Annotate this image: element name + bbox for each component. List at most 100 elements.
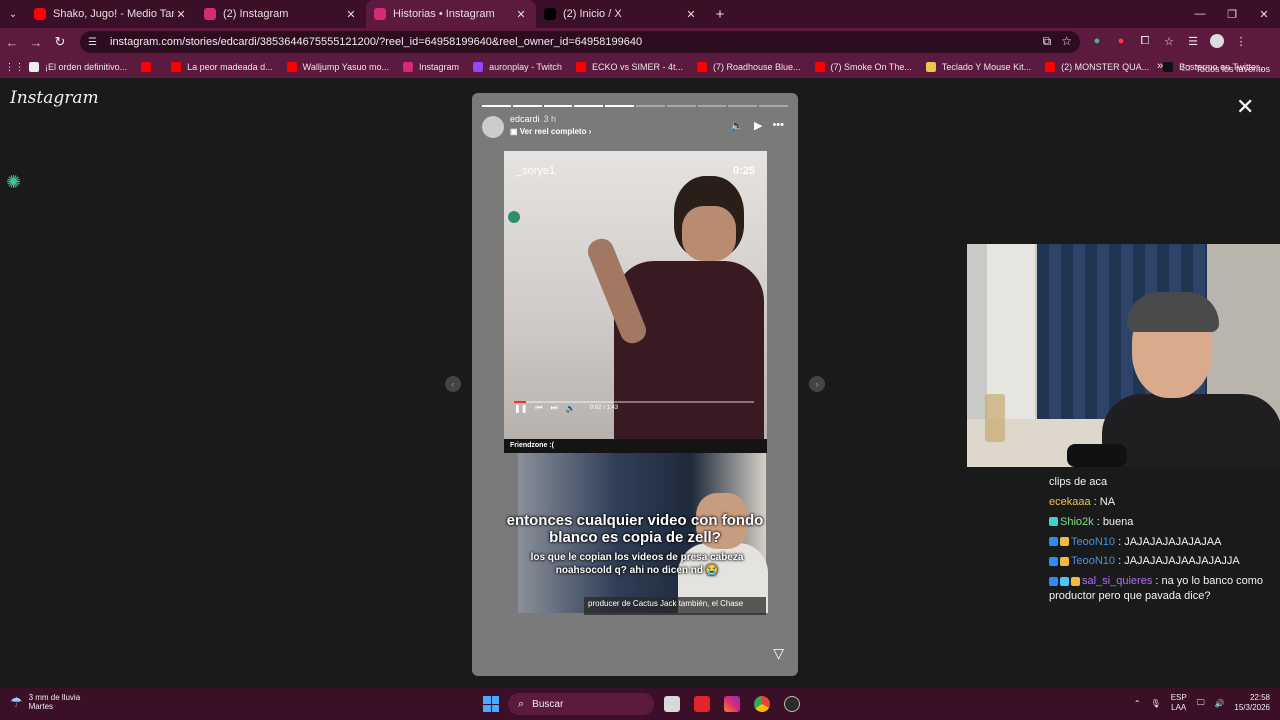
file-explorer-icon[interactable]	[664, 696, 680, 712]
story-username[interactable]: edcardi	[510, 114, 540, 124]
favorites-icon[interactable]: ☆	[1162, 34, 1176, 48]
story-header: edcardi 3 h ▣ Ver reel completo ›	[482, 114, 591, 138]
tab-title: Historias • Instagram	[393, 8, 495, 20]
chat-username[interactable]: Shio2k	[1060, 516, 1094, 528]
restore-button[interactable]: ❐	[1216, 0, 1248, 28]
network-icon[interactable]: 🖵	[1197, 698, 1205, 708]
address-bar[interactable]: ☰ instagram.com/stories/edcardi/38536446…	[80, 31, 1080, 53]
obs-icon[interactable]	[784, 696, 800, 712]
bookmarks-more-button[interactable]: »	[1157, 60, 1163, 72]
tab-close-icon[interactable]: ✕	[684, 8, 698, 21]
skip-back-icon[interactable]: ⏮	[535, 403, 542, 413]
tab-close-icon[interactable]: ✕	[344, 8, 358, 21]
tab-search-button[interactable]: ⌄	[0, 0, 26, 28]
chevron-up-icon[interactable]: ⌃	[1134, 699, 1141, 708]
video-extension-icon	[508, 211, 520, 223]
bookmark-item[interactable]: Instagram	[403, 62, 459, 72]
microphone-icon[interactable]: 🎙	[1151, 699, 1161, 708]
chat-username[interactable]: TeooN10	[1071, 555, 1115, 567]
browser-tab[interactable]: Historias • Instagram ✕	[366, 0, 536, 28]
forward-icon[interactable]: →	[24, 35, 48, 50]
next-story-button[interactable]: ›	[809, 376, 825, 392]
clock[interactable]: 22:58 15/3/2026	[1234, 693, 1270, 714]
start-button[interactable]	[483, 696, 499, 712]
tab-close-icon[interactable]: ✕	[174, 8, 188, 21]
previous-story-button[interactable]: ‹	[445, 376, 461, 392]
bookmark-favicon-icon	[29, 62, 40, 72]
bookmark-item[interactable]: ECKO vs SIMER - 4t...	[575, 62, 683, 72]
bookmark-item[interactable]: (7) Smoke On The...	[814, 62, 912, 72]
site-info-icon[interactable]: ☰	[88, 37, 102, 48]
search-icon: ⌕	[518, 697, 525, 710]
chat-text: : NA	[1093, 495, 1116, 508]
webcam-overlay	[967, 244, 1280, 467]
bookmark-star-icon[interactable]: ☆	[1061, 34, 1072, 49]
more-options-icon[interactable]: •••	[772, 119, 784, 132]
bookmark-item[interactable]: La peor madeada d...	[171, 62, 273, 72]
bookmark-item[interactable]: ¡El orden definitivo...	[29, 62, 127, 72]
sidebar-icon[interactable]: ☰	[1186, 34, 1200, 48]
apps-grid-icon[interactable]: ⋮⋮	[0, 62, 29, 73]
embedded-video[interactable]: _sorye1 0:25 ❚❚ ⏮ ⏭ 🔊 0:02 / 1:43	[504, 151, 767, 441]
chatgpt-extension-icon[interactable]: ✺	[6, 172, 21, 193]
language-indicator[interactable]: ESP LAA	[1171, 693, 1187, 714]
bookmark-item[interactable]: (7) Roadhouse Blue...	[696, 62, 801, 72]
video-player-controls: ❚❚ ⏮ ⏭ 🔊 0:02 / 1:43	[504, 397, 767, 419]
view-full-reel-link[interactable]: ▣ Ver reel completo ›	[510, 127, 591, 136]
browser-tab[interactable]: (2) Inicio / X ✕	[536, 0, 706, 28]
bookmark-item[interactable]: (2) MONSTER QUA...	[1045, 62, 1149, 72]
weather-widget[interactable]: ☂ 3 mm de lluvia Martes	[10, 693, 80, 711]
send-icon[interactable]: ▽	[773, 645, 784, 662]
pause-icon[interactable]: ❚❚	[514, 404, 527, 413]
instagram-logo[interactable]: Instagram	[10, 88, 99, 108]
bookmark-favicon-icon	[814, 62, 825, 72]
avatar[interactable]	[482, 116, 504, 138]
chat-username[interactable]: sal_si_quieres	[1082, 575, 1152, 587]
bookmark-favicon-icon	[403, 62, 414, 72]
chat-badge-icon	[1060, 537, 1069, 547]
new-tab-button[interactable]: +	[706, 6, 734, 23]
extension-red-icon[interactable]: ●	[1114, 34, 1128, 48]
browser-tab[interactable]: (2) Instagram ✕	[196, 0, 366, 28]
volume-icon[interactable]: 🔊	[1214, 699, 1224, 708]
cast-icon[interactable]: ⧉	[1043, 34, 1052, 49]
story-viewer[interactable]: edcardi 3 h ▣ Ver reel completo › 🔈 ▶ •••…	[472, 93, 798, 676]
tab-close-icon[interactable]: ✕	[514, 8, 528, 21]
red-app-icon[interactable]	[694, 696, 710, 712]
close-icon[interactable]: ✕	[1236, 94, 1254, 120]
chat-text: : JAJAJAJAJAJAJAA	[1118, 535, 1222, 548]
bookmark-label: ¡El orden definitivo...	[45, 62, 128, 72]
skip-forward-icon[interactable]: ⏭	[551, 403, 558, 413]
all-favorites-label: Todos los favoritos	[1195, 64, 1270, 74]
chat-username[interactable]: TeooN10	[1071, 536, 1115, 548]
tab-favicon-icon	[34, 8, 46, 20]
minimize-button[interactable]: —	[1184, 0, 1216, 28]
bookmark-item[interactable]	[141, 62, 157, 72]
all-favorites-folder[interactable]: 🗀 Todos los favoritos	[1181, 61, 1270, 77]
volume-icon[interactable]: 🔊	[566, 404, 576, 413]
bookmark-label: ECKO vs SIMER - 4t...	[591, 62, 683, 72]
chrome-icon[interactable]	[754, 696, 770, 712]
chat-badge-icon	[1071, 576, 1080, 586]
bookmark-item[interactable]: Teclado Y Mouse Kit...	[925, 62, 1031, 72]
bookmark-favicon-icon	[696, 62, 707, 72]
profile-avatar[interactable]	[1210, 34, 1224, 48]
bookmark-item[interactable]: auronplay - Twitch	[473, 62, 562, 72]
play-icon[interactable]: ▶	[754, 119, 762, 132]
back-icon[interactable]: ←	[0, 35, 24, 50]
extensions-puzzle-icon[interactable]: ⧠	[1138, 34, 1152, 48]
chat-username[interactable]: ecekaaa	[1049, 496, 1091, 508]
bookmark-item[interactable]: Walljump Yasuo mo...	[286, 62, 389, 72]
taskbar-search[interactable]: ⌕ Buscar	[508, 693, 654, 715]
progress-segment	[482, 105, 511, 107]
menu-icon[interactable]: ⋮	[1234, 34, 1248, 48]
reload-icon[interactable]: ↻	[48, 34, 72, 50]
browser-tab[interactable]: Shako, Jugo! - Medio Tana (Vid✕	[26, 0, 196, 28]
progress-segment	[697, 105, 727, 107]
video-username: _sorye1	[516, 165, 556, 177]
close-window-button[interactable]: ✕	[1248, 0, 1280, 28]
mute-icon[interactable]: 🔈	[730, 119, 744, 132]
player-time: 0:02 / 1:43	[589, 405, 619, 411]
instagram-app-icon[interactable]	[724, 696, 740, 712]
extension-green-icon[interactable]: ●	[1090, 34, 1104, 48]
